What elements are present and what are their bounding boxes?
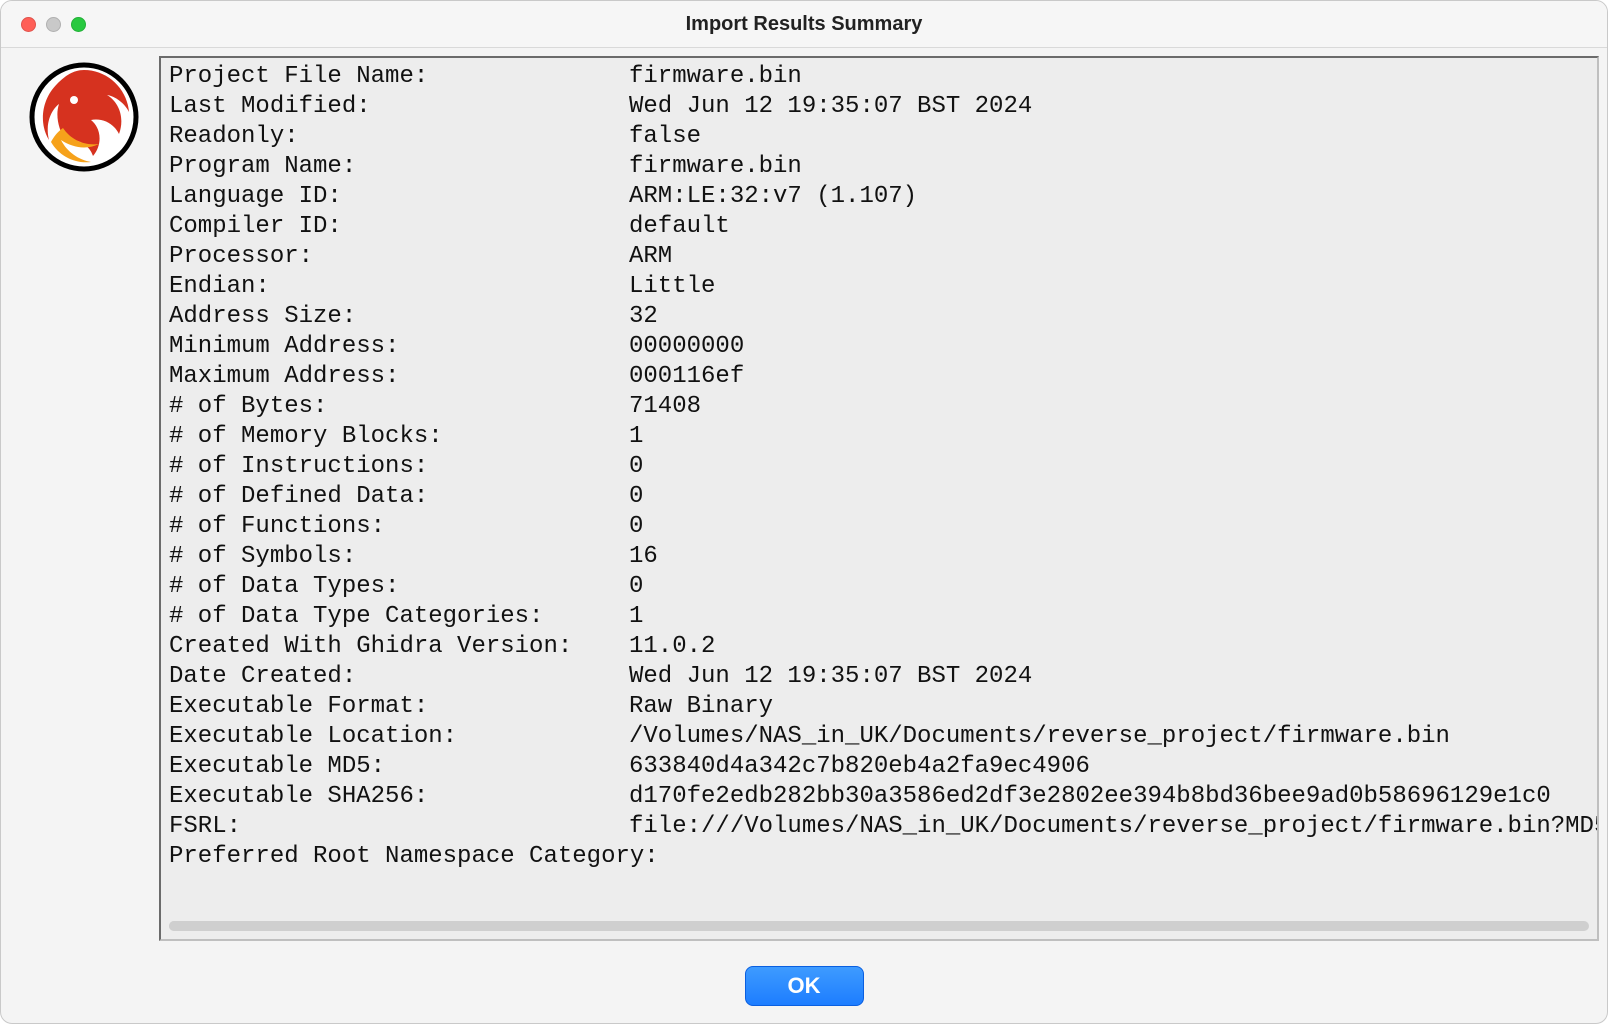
result-row: Created With Ghidra Version:11.0.2 xyxy=(169,632,1589,662)
result-value: d170fe2edb282bb30a3586ed2df3e2802ee394b8… xyxy=(629,782,1589,812)
result-row: # of Data Type Categories:1 xyxy=(169,602,1589,632)
result-value: Little xyxy=(629,272,1589,302)
result-value: Raw Binary xyxy=(629,692,1589,722)
result-value: 0 xyxy=(629,572,1589,602)
result-label: Minimum Address: xyxy=(169,332,629,362)
result-value: 1 xyxy=(629,602,1589,632)
result-label: Address Size: xyxy=(169,302,629,332)
minimize-icon[interactable] xyxy=(46,17,61,32)
result-row: # of Symbols:16 xyxy=(169,542,1589,572)
result-value: 0 xyxy=(629,452,1589,482)
result-row: Minimum Address:00000000 xyxy=(169,332,1589,362)
result-row: Date Created:Wed Jun 12 19:35:07 BST 202… xyxy=(169,662,1589,692)
result-label: # of Instructions: xyxy=(169,452,629,482)
result-label: # of Defined Data: xyxy=(169,482,629,512)
result-row: # of Data Types:0 xyxy=(169,572,1589,602)
logo-column xyxy=(9,56,159,941)
result-row: # of Defined Data:0 xyxy=(169,482,1589,512)
ghidra-dragon-icon xyxy=(29,62,139,177)
result-label: Program Name: xyxy=(169,152,629,182)
titlebar: Import Results Summary xyxy=(1,1,1607,48)
result-value: 1 xyxy=(629,422,1589,452)
result-row: Endian:Little xyxy=(169,272,1589,302)
result-row: # of Instructions:0 xyxy=(169,452,1589,482)
dialog-body: Project File Name:firmware.binLast Modif… xyxy=(1,48,1607,949)
result-label: Last Modified: xyxy=(169,92,629,122)
result-value: ARM:LE:32:v7 (1.107) xyxy=(629,182,1589,212)
result-label: Executable MD5: xyxy=(169,752,629,782)
result-row: FSRL:file:///Volumes/NAS_in_UK/Documents… xyxy=(169,812,1589,842)
result-value: 633840d4a342c7b820eb4a2fa9ec4906 xyxy=(629,752,1589,782)
result-value: 0 xyxy=(629,482,1589,512)
result-row: Executable MD5:633840d4a342c7b820eb4a2fa… xyxy=(169,752,1589,782)
result-value: firmware.bin xyxy=(629,152,1589,182)
result-value: 11.0.2 xyxy=(629,632,1589,662)
result-row: Readonly:false xyxy=(169,122,1589,152)
result-value: ARM xyxy=(629,242,1589,272)
result-label: Executable Location: xyxy=(169,722,629,752)
dialog-footer: OK xyxy=(1,949,1607,1023)
window-controls xyxy=(21,17,86,32)
horizontal-scrollbar-thumb[interactable] xyxy=(169,921,1277,931)
result-label: Executable Format: xyxy=(169,692,629,722)
result-value: default xyxy=(629,212,1589,242)
import-results-window: Import Results Summary Project File Name… xyxy=(0,0,1608,1024)
result-label: # of Functions: xyxy=(169,512,629,542)
result-value: file:///Volumes/NAS_in_UK/Documents/reve… xyxy=(629,812,1597,842)
horizontal-scrollbar-track xyxy=(169,921,1589,931)
result-label: # of Data Types: xyxy=(169,572,629,602)
result-row: Maximum Address:000116ef xyxy=(169,362,1589,392)
result-label: Compiler ID: xyxy=(169,212,629,242)
result-value: /Volumes/NAS_in_UK/Documents/reverse_pro… xyxy=(629,722,1589,752)
result-value: firmware.bin xyxy=(629,62,1589,92)
result-value: 00000000 xyxy=(629,332,1589,362)
result-value: 32 xyxy=(629,302,1589,332)
result-row: Executable SHA256:d170fe2edb282bb30a3586… xyxy=(169,782,1589,812)
result-label: Created With Ghidra Version: xyxy=(169,632,629,662)
result-label: # of Data Type Categories: xyxy=(169,602,629,632)
result-row: Address Size:32 xyxy=(169,302,1589,332)
result-label: Endian: xyxy=(169,272,629,302)
result-label: Project File Name: xyxy=(169,62,629,92)
horizontal-scrollbar[interactable] xyxy=(161,919,1597,939)
result-label: Preferred Root Namespace Category: xyxy=(169,842,629,872)
results-text[interactable]: Project File Name:firmware.binLast Modif… xyxy=(161,58,1597,919)
result-row: # of Bytes:71408 xyxy=(169,392,1589,422)
result-value xyxy=(629,842,1589,872)
zoom-icon[interactable] xyxy=(71,17,86,32)
ok-button[interactable]: OK xyxy=(745,966,864,1006)
close-icon[interactable] xyxy=(21,17,36,32)
result-row: # of Memory Blocks:1 xyxy=(169,422,1589,452)
result-label: FSRL: xyxy=(169,812,629,842)
result-row: Preferred Root Namespace Category: xyxy=(169,842,1589,872)
result-row: Processor:ARM xyxy=(169,242,1589,272)
result-label: Date Created: xyxy=(169,662,629,692)
result-value: 16 xyxy=(629,542,1589,572)
results-frame: Project File Name:firmware.binLast Modif… xyxy=(159,56,1599,941)
result-label: # of Bytes: xyxy=(169,392,629,422)
result-row: Compiler ID:default xyxy=(169,212,1589,242)
result-value: Wed Jun 12 19:35:07 BST 2024 xyxy=(629,92,1589,122)
result-value: false xyxy=(629,122,1589,152)
result-label: Executable SHA256: xyxy=(169,782,629,812)
result-label: # of Memory Blocks: xyxy=(169,422,629,452)
result-label: # of Symbols: xyxy=(169,542,629,572)
result-value: 000116ef xyxy=(629,362,1589,392)
result-row: Last Modified:Wed Jun 12 19:35:07 BST 20… xyxy=(169,92,1589,122)
result-label: Language ID: xyxy=(169,182,629,212)
result-row: Project File Name:firmware.bin xyxy=(169,62,1589,92)
result-value: Wed Jun 12 19:35:07 BST 2024 xyxy=(629,662,1589,692)
result-label: Processor: xyxy=(169,242,629,272)
result-label: Maximum Address: xyxy=(169,362,629,392)
result-row: Program Name:firmware.bin xyxy=(169,152,1589,182)
result-row: Language ID:ARM:LE:32:v7 (1.107) xyxy=(169,182,1589,212)
result-row: # of Functions:0 xyxy=(169,512,1589,542)
window-title: Import Results Summary xyxy=(1,13,1607,36)
result-value: 71408 xyxy=(629,392,1589,422)
result-label: Readonly: xyxy=(169,122,629,152)
result-value: 0 xyxy=(629,512,1589,542)
result-row: Executable Format:Raw Binary xyxy=(169,692,1589,722)
result-row: Executable Location:/Volumes/NAS_in_UK/D… xyxy=(169,722,1589,752)
